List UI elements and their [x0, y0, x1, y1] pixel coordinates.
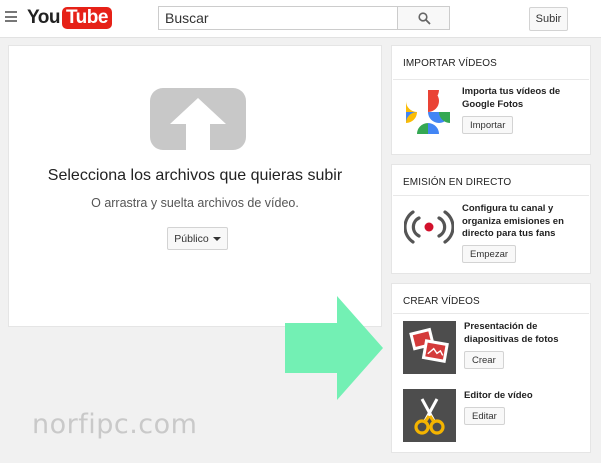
- green-pointer-arrow-icon: [285, 296, 383, 400]
- card-divider: [393, 79, 589, 80]
- caret-down-icon: [212, 236, 221, 241]
- import-button[interactable]: Importar: [462, 116, 514, 134]
- live-text-line3: directo para tus fans: [462, 228, 556, 239]
- search-input[interactable]: [158, 6, 397, 30]
- live-card-title: EMISIÓN EN DIRECTO: [403, 177, 512, 188]
- edit-video-button[interactable]: Editar: [464, 407, 505, 425]
- start-live-button[interactable]: Empezar: [462, 245, 517, 263]
- search-button[interactable]: [397, 6, 450, 30]
- watermark: norfipc.com: [32, 409, 198, 440]
- import-card-title: IMPORTAR VÍDEOS: [403, 58, 497, 69]
- hamburger-menu-icon[interactable]: [5, 11, 17, 22]
- photo-slideshow-icon: [409, 327, 449, 363]
- upload-title: Selecciona los archivos que quieras subi…: [47, 167, 343, 184]
- scissors-icon: [414, 398, 445, 435]
- live-text-line1: Configura tu canal y: [462, 203, 554, 214]
- live-card-text: Configura tu canal y organiza emisiones …: [462, 203, 564, 241]
- slideshow-text-line1: Presentación de: [464, 321, 538, 332]
- slideshow-thumbnail[interactable]: [403, 321, 456, 374]
- card-divider: [393, 313, 589, 314]
- live-text-line2: organiza emisiones en: [462, 215, 564, 227]
- upload-arrow-icon[interactable]: [150, 88, 246, 150]
- upload-drop-zone[interactable]: Selecciona los archivos que quieras subi…: [8, 45, 382, 327]
- create-slideshow-button[interactable]: Crear: [464, 351, 504, 369]
- slideshow-text-line2: diapositivas de fotos: [464, 333, 559, 345]
- upload-subtitle: O arrastra y suelta archivos de vídeo.: [91, 196, 299, 210]
- slideshow-text: Presentación de diapositivas de fotos: [464, 321, 559, 346]
- import-videos-card: IMPORTAR VÍDEOS Importa tus vídeos de Go…: [391, 45, 591, 155]
- privacy-label: Público: [174, 232, 209, 245]
- youtube-logo[interactable]: You Tube: [27, 7, 112, 29]
- import-text-line1: Importa tus vídeos de: [462, 86, 561, 97]
- import-text-line2: Google Fotos: [462, 98, 524, 110]
- upload-button[interactable]: Subir: [529, 7, 568, 31]
- header: You Tube Subir: [0, 0, 601, 38]
- live-broadcast-icon: [404, 210, 454, 244]
- live-streaming-card: EMISIÓN EN DIRECTO Configura tu canal y …: [391, 164, 591, 274]
- video-editor-thumbnail[interactable]: [403, 389, 456, 442]
- logo-tube-text: Tube: [61, 7, 112, 29]
- logo-you-text: You: [27, 7, 60, 28]
- import-card-text: Importa tus vídeos de Google Fotos: [462, 86, 560, 111]
- video-editor-label: Editor de vídeo: [464, 390, 533, 401]
- create-videos-card: CREAR VÍDEOS Presentación de diapositiva…: [391, 283, 591, 453]
- google-photos-icon: [406, 90, 450, 134]
- card-divider: [393, 195, 589, 196]
- create-card-title: CREAR VÍDEOS: [403, 296, 480, 307]
- search-icon: [418, 12, 431, 25]
- privacy-dropdown[interactable]: Público: [167, 227, 228, 250]
